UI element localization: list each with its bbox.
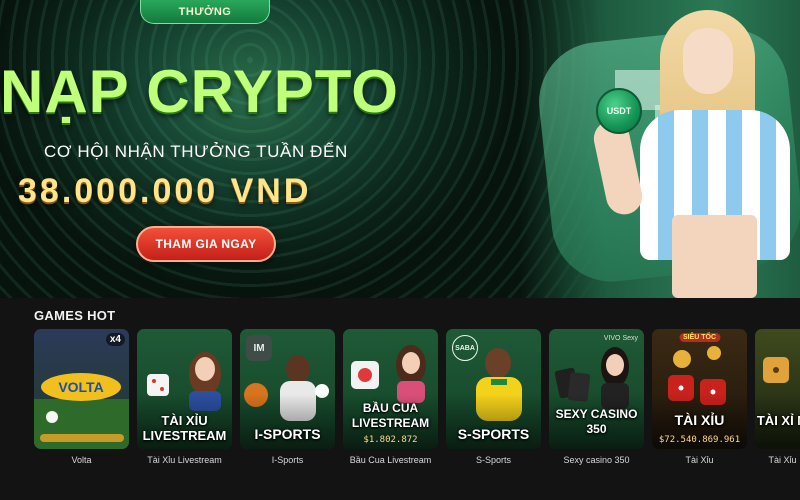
join-now-label: THAM GIA NGAY [155, 237, 257, 251]
game-card-s-sports[interactable]: SABA S-SPORTS [446, 329, 541, 449]
game-art-title: I-SPORTS [254, 426, 321, 442]
game-card-baucua-livestream[interactable]: BẦU CUA LIVESTREAM $1.802.872 [343, 329, 438, 449]
game-art-title: TÀI XỈU [674, 412, 725, 428]
game-caption[interactable]: Bầu Cua Livestream [343, 455, 438, 465]
games-hot-section: GAMES HOT VOLTA x4 Volta TÀI XỈU LIVESTR… [0, 298, 800, 500]
join-now-button[interactable]: THAM GIA NGAY [136, 226, 276, 262]
promo-banner[interactable]: USDT THƯỞNG NẠP CRYPTO CƠ HỘI NHẬN THƯỞN… [0, 0, 800, 298]
game-art-title: TÀI XỈU LIVESTREAM [142, 413, 227, 443]
game-card-i-sports[interactable]: IM I-SPORTS [240, 329, 335, 449]
game-card-taixiu-livestream[interactable]: TÀI XỈU LIVESTREAM [137, 329, 232, 449]
multiplier-badge: x4 [105, 333, 125, 346]
game-art-title: S-SPORTS [457, 426, 530, 442]
game-art-title: TÀI XỈ M [756, 413, 800, 428]
game-card-taixiu-partial[interactable]: TÀI XỈ M [755, 329, 800, 449]
banner-title: NẠP CRYPTO [0, 58, 399, 125]
game-card-volta[interactable]: VOLTA x4 [34, 329, 129, 449]
reward-tab[interactable]: THƯỞNG [140, 0, 270, 24]
saba-provider-label: SABA [455, 344, 475, 352]
game-caption[interactable]: Tài Xỉu Livestream [137, 455, 232, 465]
reward-tab-label: THƯỞNG [178, 5, 232, 18]
game-caption[interactable]: I-Sports [240, 455, 335, 465]
svg-text:VOLTA: VOLTA [58, 379, 103, 395]
model-torso [672, 215, 757, 298]
game-caption[interactable]: Tài Xỉu [652, 455, 747, 465]
game-card-taixiu[interactable]: SIÊU TỐC TÀI XỈU $72.540.869.961 [652, 329, 747, 449]
game-caption[interactable]: Sexy casino 350 [549, 455, 644, 465]
game-card-sexy-casino-350[interactable]: VIVO Sexy SEXY CASINO 350 [549, 329, 644, 449]
game-caption[interactable]: Volta [34, 455, 129, 465]
games-hot-title: GAMES HOT [34, 308, 116, 323]
jackpot-value: $1.802.872 [363, 435, 418, 445]
volta-art: VOLTA [34, 373, 129, 449]
game-caption[interactable]: S-Sports [446, 455, 541, 465]
usdt-coin-label: USDT [606, 106, 632, 116]
jackpot-value: $72.540.869.961 [658, 435, 741, 445]
provider-badge: SIÊU TỐC [678, 333, 721, 342]
game-art-title: SEXY CASINO 350 [555, 407, 638, 436]
im-provider-icon: IM [246, 335, 272, 361]
model-face [683, 28, 733, 94]
game-art-title: BẦU CUA LIVESTREAM [351, 401, 430, 430]
games-hot-list: VOLTA x4 Volta TÀI XỈU LIVESTREAM Tài Xỉ… [34, 329, 800, 469]
provider-label: VIVO Sexy [603, 335, 638, 342]
saba-provider-icon: SABA [452, 335, 478, 361]
game-caption[interactable]: Tài Xỉu [755, 455, 800, 465]
usdt-coin-icon: USDT [596, 88, 642, 134]
banner-subtitle: CƠ HỘI NHẬN THƯỞNG TUẦN ĐẾN [44, 142, 348, 161]
im-provider-label: IM [253, 342, 265, 354]
banner-amount: 38.000.000 VND [18, 172, 312, 210]
